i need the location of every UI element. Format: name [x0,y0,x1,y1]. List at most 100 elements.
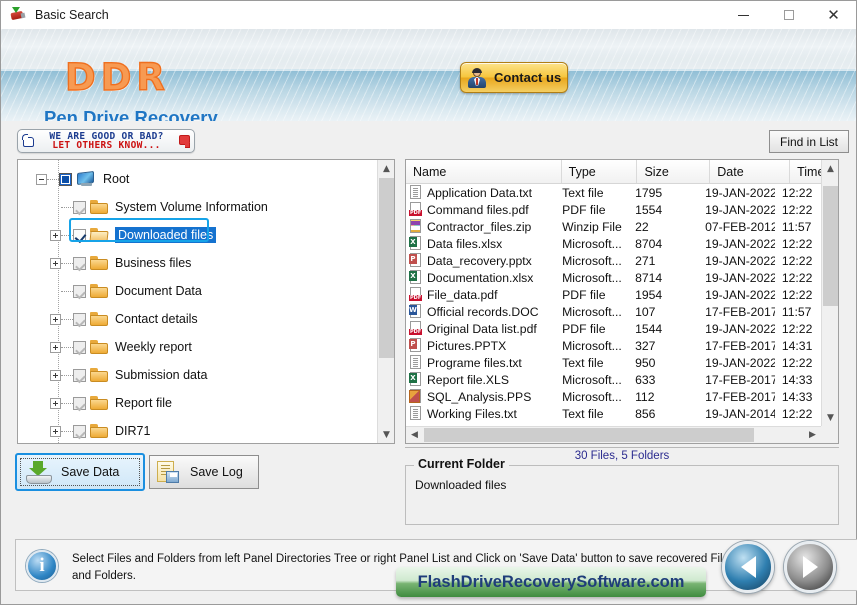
directory-tree-panel[interactable]: Root System Volume Information Downloaded … [17,159,395,444]
expand-icon[interactable] [50,369,61,381]
tree-node-report-file[interactable]: Report file [18,389,377,417]
file-size-cell: 1544 [635,321,663,336]
file-row[interactable]: Pictures.PPTX Microsoft... 327 17-FEB-2017 1… [406,337,821,354]
tree-node-downloaded-files[interactable]: Downloaded files [18,221,377,249]
tree-checkbox[interactable] [73,256,86,270]
tree-line [61,346,73,348]
file-row[interactable]: Programe files.txt Text file 950 19-JAN-202… [406,354,821,371]
file-list-rows[interactable]: Application Data.txt Text file 1795 19-JAN-… [406,184,821,426]
tree-scrollbar-thumb[interactable] [379,178,394,358]
arrow-right-icon [802,556,818,578]
expand-icon[interactable] [50,397,61,409]
file-row[interactable]: Application Data.txt Text file 1795 19-JAN-… [406,184,821,201]
folder-icon [90,424,108,438]
maximize-button[interactable] [766,1,811,29]
list-hscrollbar-thumb[interactable] [424,428,754,442]
close-button[interactable]: ✕ [811,1,856,29]
rate-us-banner[interactable]: WE ARE GOOD OR BAD? LET OTHERS KNOW... [17,129,195,153]
file-type-cell: PDF file [562,321,606,336]
column-header-size[interactable]: Size [637,160,711,183]
file-time-cell: 14:31 [781,338,813,353]
file-date-cell: 19-JAN-2022 [705,270,775,285]
tree-checkbox[interactable] [73,368,86,382]
tree-checkbox[interactable] [73,228,86,242]
product-name: Pen Drive Recovery [44,107,218,121]
application-window: Basic Search ✕ DDR Pen Drive Recovery Co… [0,0,857,605]
tree-node-label: Contact details [115,312,198,326]
file-date-cell: 17-FEB-2017 [705,372,775,387]
log-document-icon [157,461,181,483]
tree-node-root[interactable]: Root [18,165,377,193]
find-in-list-button[interactable]: Find in List [769,130,849,153]
tree-checkbox[interactable] [73,284,86,298]
expand-icon[interactable] [50,257,61,269]
tree-node-document-data[interactable]: Document Data [18,277,377,305]
tree-node-business-files[interactable]: Business files [18,249,377,277]
tree-scroll-down-button[interactable]: ▼ [378,426,394,443]
file-type-cell: Microsoft... [562,253,622,268]
tree-checkbox[interactable] [73,340,86,354]
tree-node-weekly-report[interactable]: Weekly report [18,333,377,361]
file-row[interactable]: SQL_Analysis.PPS Microsoft... 112 17-FEB-20… [406,388,821,405]
tree-node-label: Downloaded files [115,227,217,243]
minimize-button[interactable] [721,1,766,29]
expand-icon[interactable] [50,425,61,437]
file-row[interactable]: Documentation.xlsx Microsoft... 8714 19-JAN… [406,269,821,286]
list-scroll-down-button[interactable]: ▼ [822,409,838,426]
tree-line [61,374,73,376]
list-scroll-up-button[interactable]: ▲ [822,160,838,177]
tree-checkbox[interactable] [73,200,86,214]
file-name-cell: Contractor_files.zip [406,219,555,234]
file-date-cell: 19-JAN-2022 [705,236,775,251]
file-row[interactable]: Report file.XLS Microsoft... 633 17-FEB-201… [406,371,821,388]
tree-checkbox[interactable] [73,312,86,326]
file-row[interactable]: Command files.pdf PDF file 1554 19-JAN-2022… [406,201,821,218]
column-header-date[interactable]: Date [710,160,791,183]
tree-checkbox[interactable] [73,424,86,438]
list-vertical-scrollbar[interactable]: ▲ ▼ [821,160,838,443]
tree-checkbox[interactable] [59,172,72,186]
file-size-cell: 856 [635,406,656,421]
expand-icon[interactable] [50,229,61,241]
list-scroll-right-button[interactable]: ▶ [804,427,821,443]
tree-node-system-volume-information[interactable]: System Volume Information [18,193,377,221]
save-data-button[interactable]: Save Data [15,453,145,491]
list-horizontal-scrollbar[interactable]: ◀ ▶ [406,426,821,443]
directory-tree[interactable]: Root System Volume Information Downloaded … [18,160,377,443]
file-name-cell: File_data.pdf [406,287,555,302]
tree-checkbox[interactable] [73,396,86,410]
collapse-icon[interactable] [36,173,47,185]
contact-us-button[interactable]: Contact us [460,62,568,93]
file-row[interactable]: Contractor_files.zip Winzip File 22 07-FEB-… [406,218,821,235]
expand-icon[interactable] [50,313,61,325]
file-date-cell: 17-FEB-2017 [705,389,775,404]
tree-node-dir71[interactable]: DIR71 [18,417,377,443]
file-row[interactable]: Data_recovery.pptx Microsoft... 271 19-JAN-… [406,252,821,269]
tree-line [47,178,59,180]
previous-button[interactable] [722,541,774,593]
list-scroll-left-button[interactable]: ◀ [406,427,423,443]
file-time-cell: 12:22 [781,236,813,251]
tree-node-contact-details[interactable]: Contact details [18,305,377,333]
file-row[interactable]: Original Data list.pdf PDF file 1544 19-JAN… [406,320,821,337]
tree-node-label: Root [103,172,130,186]
next-button[interactable] [784,541,836,593]
column-header-name[interactable]: Name [406,160,562,183]
file-row[interactable]: Official records.DOC Microsoft... 107 17-FE… [406,303,821,320]
tree-node-submission-data[interactable]: Submission data [18,361,377,389]
column-header-type[interactable]: Type [562,160,638,183]
list-scrollbar-thumb[interactable] [823,186,838,306]
ddr-logo: DDR [64,55,170,99]
arrow-left-icon [740,556,756,578]
save-log-button[interactable]: Save Log [149,455,259,489]
tree-vertical-scrollbar[interactable]: ▲ ▼ [377,160,394,443]
tree-scroll-up-button[interactable]: ▲ [378,160,394,177]
file-row[interactable]: File_data.pdf PDF file 1954 19-JAN-2022 12:2… [406,286,821,303]
thumbs-down-icon [177,133,192,149]
tree-node-label: DIR71 [115,424,151,438]
file-list-panel[interactable]: Name Type Size Date Time Application Data.tx… [405,159,839,444]
file-row[interactable]: Working Files.txt Text file 856 19-JAN-2014… [406,405,821,422]
file-row[interactable]: Data files.xlsx Microsoft... 8704 19-JAN-20… [406,235,821,252]
close-icon: ✕ [827,5,840,24]
expand-icon[interactable] [50,341,61,353]
